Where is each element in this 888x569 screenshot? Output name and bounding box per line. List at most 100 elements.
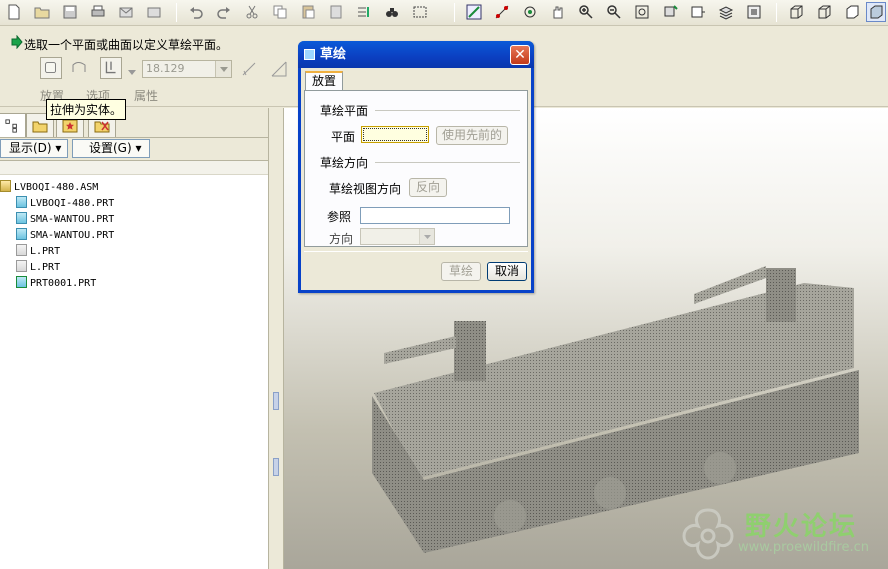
- datum-axis-icon[interactable]: [492, 2, 512, 22]
- plane-label: 平面: [331, 130, 356, 144]
- orientation-select[interactable]: [360, 228, 435, 245]
- dialog-title: 草绘: [320, 47, 347, 62]
- cut-icon[interactable]: [242, 2, 262, 22]
- group-sketch-orientation: 草绘方向: [320, 156, 369, 170]
- surface-icon[interactable]: [68, 57, 90, 79]
- zoom-out-icon[interactable]: [604, 2, 624, 22]
- tree-item-label: LVBOQI-480.PRT: [30, 198, 115, 209]
- tree-item-label: L.PRT: [30, 262, 61, 273]
- plane-selector[interactable]: [361, 126, 429, 143]
- dialog-footer-divider: [304, 251, 528, 252]
- panel-splitter[interactable]: [268, 108, 284, 569]
- assembly-icon: [0, 180, 11, 192]
- copy-icon[interactable]: [270, 2, 290, 22]
- refit-icon[interactable]: [632, 2, 652, 22]
- tree-item-label: L.PRT: [30, 246, 61, 257]
- connector-right: [766, 268, 796, 322]
- remove-material-icon[interactable]: [268, 58, 290, 80]
- main-toolbar: [0, 0, 888, 26]
- tree-item-part[interactable]: LVBOQI-480.PRT: [16, 196, 114, 212]
- wireframe-icon[interactable]: [786, 2, 806, 22]
- close-button[interactable]: ✕: [510, 45, 530, 65]
- tree-item-assembly[interactable]: LVBOQI-480.ASM: [0, 180, 98, 196]
- paste-special-icon[interactable]: [326, 2, 346, 22]
- mail-attach-icon[interactable]: [144, 2, 164, 22]
- model-tree: LVBOQI-480.ASM LVBOQI-480.PRT SMA-WANTOU…: [0, 160, 268, 569]
- model-tree-tab-icon[interactable]: [0, 113, 26, 137]
- use-previous-button[interactable]: 使用先前的: [436, 126, 508, 145]
- show-menu-button[interactable]: 显示(D) ▾: [0, 139, 68, 158]
- tree-item-part[interactable]: SMA-WANTOU.PRT: [16, 212, 114, 228]
- select-box-icon[interactable]: [410, 2, 430, 22]
- flip-button[interactable]: 反向: [409, 178, 447, 197]
- paste-icon[interactable]: [298, 2, 318, 22]
- hidden-line-icon[interactable]: [814, 2, 834, 22]
- collapse-left-handle[interactable]: [273, 392, 279, 410]
- find-binoculars-icon[interactable]: [382, 2, 402, 22]
- chevron-down-icon[interactable]: [215, 61, 231, 77]
- tree-item-part[interactable]: SMA-WANTOU.PRT: [16, 228, 114, 244]
- tree-item-label: LVBOQI-480.ASM: [14, 182, 99, 193]
- watermark-text: 野火论坛: [745, 512, 858, 542]
- model-tree-panel: 显示(D) ▾ 设置(G) ▾ LVBOQI-480.ASM LVBOQI-48…: [0, 108, 268, 569]
- watermark-url: www.proewildfire.cn: [738, 540, 869, 555]
- message-prompt: 选取一个平面或曲面以定义草绘平面。: [24, 38, 229, 52]
- save-icon[interactable]: [60, 2, 80, 22]
- zoom-in-icon[interactable]: [576, 2, 596, 22]
- tree-item-part[interactable]: L.PRT: [16, 244, 60, 260]
- cancel-button[interactable]: 取消: [487, 262, 527, 281]
- tree-header: [0, 161, 268, 175]
- part-gray-icon: [16, 260, 27, 272]
- reference-label: 参照: [327, 210, 352, 224]
- group-divider: [375, 110, 520, 111]
- redo-icon[interactable]: [214, 2, 234, 22]
- send-mail-icon[interactable]: [116, 2, 136, 22]
- tab-placement[interactable]: 放置: [305, 71, 343, 91]
- sketch-button[interactable]: 草绘: [441, 262, 481, 281]
- toolbar-separator: [776, 3, 777, 22]
- no-hidden-icon[interactable]: [842, 2, 862, 22]
- datum-plane-icon[interactable]: [464, 2, 484, 22]
- depth-value-combo[interactable]: 18.129: [142, 60, 232, 78]
- tree-item-part[interactable]: L.PRT: [16, 260, 60, 276]
- depth-value: 18.129: [146, 62, 185, 75]
- view-direction-label: 草绘视图方向: [329, 182, 402, 196]
- group-sketch-plane: 草绘平面: [320, 104, 369, 118]
- part-icon: [16, 212, 27, 224]
- depth-option-icon[interactable]: [100, 57, 122, 79]
- model-hole: [494, 500, 526, 532]
- layers-icon[interactable]: [716, 2, 736, 22]
- datum-point-icon[interactable]: [520, 2, 540, 22]
- toolbar-separator: [176, 3, 177, 22]
- placement-panel: 草绘平面 平面 使用先前的 草绘方向 草绘视图方向 反向 参照 方向: [304, 90, 528, 247]
- tree-item-label: SMA-WANTOU.PRT: [30, 214, 115, 225]
- dialog-app-icon: [304, 49, 315, 60]
- chevron-down-icon[interactable]: [419, 229, 434, 244]
- navigator-tabs: [0, 108, 268, 138]
- print-icon[interactable]: [88, 2, 108, 22]
- tab-properties[interactable]: 属性: [134, 87, 158, 104]
- settings-menu-button[interactable]: 设置(G) ▾: [72, 139, 150, 158]
- undo-icon[interactable]: [186, 2, 206, 22]
- solid-icon[interactable]: [40, 57, 62, 79]
- reference-field[interactable]: [360, 207, 510, 224]
- saved-views-icon[interactable]: [688, 2, 708, 22]
- model-hole: [704, 452, 736, 484]
- tree-item-label: PRT0001.PRT: [30, 278, 97, 289]
- watermark-logo-icon: [682, 508, 734, 560]
- open-folder-icon[interactable]: [32, 2, 52, 22]
- pan-hand-icon[interactable]: [548, 2, 568, 22]
- group-divider: [375, 162, 520, 163]
- tree-item-part-active[interactable]: PRT0001.PRT: [16, 276, 96, 292]
- shading-icon[interactable]: [866, 2, 886, 22]
- new-file-icon[interactable]: [4, 2, 24, 22]
- flip-direction-icon[interactable]: [240, 59, 258, 79]
- view-manager-icon[interactable]: [744, 2, 764, 22]
- part-gray-icon: [16, 244, 27, 256]
- reorient-icon[interactable]: [660, 2, 680, 22]
- regenerate-icon[interactable]: [354, 2, 374, 22]
- tree-item-label: SMA-WANTOU.PRT: [30, 230, 115, 241]
- collapse-right-handle[interactable]: [273, 458, 279, 476]
- dialog-title-bar[interactable]: 草绘 ✕: [298, 41, 534, 68]
- chevron-down-icon[interactable]: [128, 65, 136, 75]
